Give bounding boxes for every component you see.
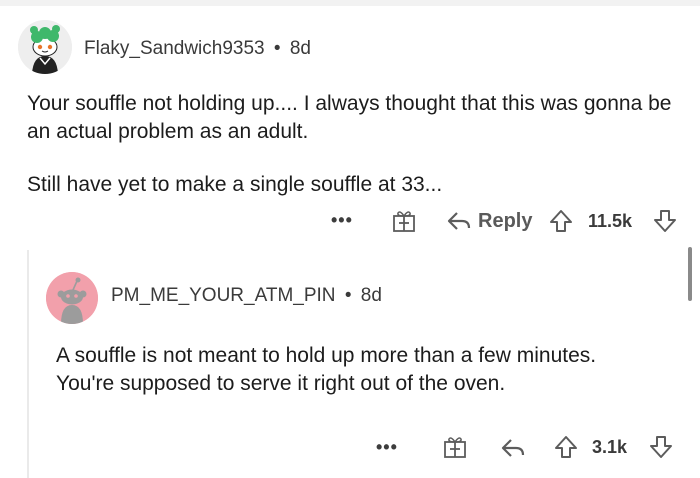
comment-age: 8d bbox=[289, 38, 311, 59]
upvote-button[interactable] bbox=[548, 208, 574, 234]
top-divider bbox=[0, 0, 700, 6]
comment-author[interactable]: Flaky_Sandwich9353 bbox=[84, 38, 265, 59]
vote-count-label: 11.5k bbox=[588, 211, 633, 231]
avatar[interactable] bbox=[18, 20, 72, 74]
scrollbar[interactable] bbox=[688, 247, 692, 301]
more-options-label: ••• bbox=[331, 210, 353, 230]
reply-label: Reply bbox=[478, 209, 533, 232]
reply-reply-button[interactable] bbox=[500, 436, 526, 460]
award-button[interactable] bbox=[391, 208, 417, 234]
snoo-avatar-icon bbox=[18, 20, 72, 74]
gift-icon bbox=[444, 437, 466, 458]
comment-author-line: Flaky_Sandwich9353 • 8d bbox=[84, 38, 311, 60]
upvote-arrow-icon bbox=[550, 210, 572, 232]
separator-dot: • bbox=[344, 285, 352, 306]
gift-icon bbox=[393, 211, 415, 232]
reply-upvote-button[interactable] bbox=[553, 434, 579, 460]
reply-author[interactable]: PM_ME_YOUR_ATM_PIN bbox=[111, 285, 336, 306]
reply-age: 8d bbox=[360, 285, 382, 306]
default-snoo-avatar-icon bbox=[46, 272, 98, 324]
reply-avatar[interactable] bbox=[46, 272, 98, 324]
reply-author-line: PM_ME_YOUR_ATM_PIN • 8d bbox=[111, 285, 382, 307]
reply-award-button[interactable] bbox=[442, 434, 468, 460]
downvote-button[interactable] bbox=[652, 208, 678, 234]
more-options-button[interactable]: ••• bbox=[331, 210, 353, 231]
separator-dot: • bbox=[273, 38, 281, 59]
reply-downvote-button[interactable] bbox=[648, 434, 674, 460]
downvote-arrow-icon bbox=[650, 436, 672, 458]
comment-text-paragraph-2: Still have yet to make a single souffle … bbox=[27, 173, 443, 196]
upvote-arrow-icon bbox=[555, 436, 577, 458]
vote-count: 11.5k bbox=[588, 211, 632, 232]
reply-arrow-icon bbox=[501, 439, 525, 457]
comment-text-paragraph-1: Your souffle not holding up.... I always… bbox=[27, 92, 672, 143]
thread-line[interactable] bbox=[27, 250, 29, 478]
downvote-arrow-icon bbox=[654, 210, 676, 232]
more-options-label: ••• bbox=[376, 437, 398, 457]
reply-vote-count: 3.1k bbox=[592, 437, 627, 458]
vote-count-label: 3.1k bbox=[592, 437, 628, 457]
reply-arrow-icon bbox=[447, 212, 471, 230]
reply-button[interactable]: Reply bbox=[446, 209, 532, 233]
reply-more-options-button[interactable]: ••• bbox=[376, 437, 398, 458]
reply-text: A souffle is not meant to hold up more t… bbox=[56, 344, 597, 395]
